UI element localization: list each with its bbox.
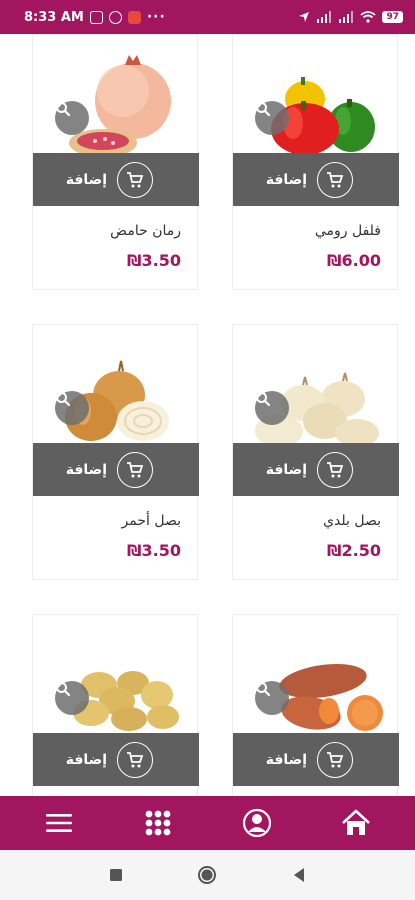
zoom-button[interactable] xyxy=(55,391,89,425)
product-image[interactable] xyxy=(33,325,199,443)
add-to-cart-button[interactable]: إضافة xyxy=(33,443,199,496)
more-notifications-icon: ··· xyxy=(146,9,166,25)
app-notification-icon xyxy=(127,10,141,24)
white-onions-image xyxy=(255,372,379,443)
product-name: بصل بلدي xyxy=(323,513,381,529)
cart-icon xyxy=(317,161,353,198)
system-navigation-bar xyxy=(0,850,415,900)
product-grid: إضافة فلفل رومي ₪6.00 إضافة رمان حامض ₪3… xyxy=(0,34,415,796)
product-image[interactable] xyxy=(233,35,399,153)
product-price: ₪3.50 xyxy=(127,251,181,270)
recent-apps-button[interactable] xyxy=(96,855,136,895)
search-icon xyxy=(256,102,271,117)
product-name: فلفل رومي xyxy=(314,223,381,239)
add-to-cart-label: إضافة xyxy=(65,171,107,188)
product-card[interactable]: إضافة بصل أحمر ₪3.50 xyxy=(32,324,199,580)
product-card[interactable]: إضافة فلفل رومي ₪6.00 xyxy=(232,34,399,290)
wifi-icon xyxy=(360,11,377,23)
product-image[interactable] xyxy=(33,35,199,153)
add-to-cart-button[interactable]: إضافة xyxy=(33,153,199,206)
product-price: ₪2.50 xyxy=(327,541,381,560)
circle-icon xyxy=(198,866,217,884)
account-button[interactable] xyxy=(229,801,285,845)
product-name: رمان حامض xyxy=(110,223,181,239)
product-card[interactable]: إضافة بصل بلدي ₪2.50 xyxy=(232,324,399,580)
product-list[interactable]: إضافة فلفل رومي ₪6.00 إضافة رمان حامض ₪3… xyxy=(0,34,415,796)
product-image[interactable] xyxy=(33,615,199,733)
zoom-button[interactable] xyxy=(55,681,89,715)
search-icon xyxy=(256,392,271,407)
signal-icon-2 xyxy=(339,11,354,23)
add-to-cart-button[interactable]: إضافة xyxy=(33,733,199,786)
cart-icon xyxy=(117,161,153,198)
product-image[interactable] xyxy=(233,615,399,733)
whatsapp-icon xyxy=(108,10,122,24)
product-price: ₪3.50 xyxy=(127,541,181,560)
battery-indicator: 97 xyxy=(382,11,403,23)
cart-icon xyxy=(117,451,153,488)
product-name: بصل أحمر xyxy=(121,513,181,529)
grid-menu-icon xyxy=(145,810,171,836)
status-bar: 8:33 AM ··· 97 xyxy=(0,0,415,34)
zoom-button[interactable] xyxy=(255,101,289,135)
search-icon xyxy=(256,682,271,697)
product-image[interactable] xyxy=(233,325,399,443)
status-time: 8:33 AM xyxy=(24,9,84,25)
categories-button[interactable] xyxy=(130,801,186,845)
hamburger-menu-icon xyxy=(46,814,73,832)
cart-icon xyxy=(317,451,353,488)
square-icon xyxy=(109,869,122,881)
search-icon xyxy=(56,682,71,697)
sweet-potatoes-image xyxy=(279,664,383,731)
user-icon xyxy=(242,808,271,838)
location-icon xyxy=(299,12,310,22)
product-price: ₪6.00 xyxy=(327,251,381,270)
cart-icon xyxy=(317,741,353,778)
add-to-cart-label: إضافة xyxy=(65,751,107,768)
potatoes-image xyxy=(73,671,179,731)
add-to-cart-button[interactable]: إضافة xyxy=(233,733,399,786)
menu-button[interactable] xyxy=(31,801,87,845)
search-icon xyxy=(56,102,71,117)
add-to-cart-button[interactable]: إضافة xyxy=(233,443,399,496)
add-to-cart-label: إضافة xyxy=(265,461,307,478)
add-to-cart-label: إضافة xyxy=(265,171,307,188)
bell-peppers-image xyxy=(271,77,375,153)
add-to-cart-label: إضافة xyxy=(65,461,107,478)
zoom-button[interactable] xyxy=(55,101,89,135)
pomegranate-image xyxy=(69,55,171,153)
product-card[interactable]: إضافة xyxy=(32,614,199,796)
instagram-icon xyxy=(89,10,103,24)
product-card[interactable]: إضافة xyxy=(232,614,399,796)
search-icon xyxy=(56,392,71,407)
add-to-cart-button[interactable]: إضافة xyxy=(233,153,399,206)
cart-icon xyxy=(117,741,153,778)
bottom-navigation xyxy=(0,796,415,850)
add-to-cart-label: إضافة xyxy=(265,751,307,768)
back-triangle-icon xyxy=(294,868,305,882)
system-home-button[interactable] xyxy=(187,855,227,895)
home-icon xyxy=(341,809,370,835)
zoom-button[interactable] xyxy=(255,391,289,425)
home-button[interactable] xyxy=(328,801,384,845)
product-card[interactable]: إضافة رمان حامض ₪3.50 xyxy=(32,34,199,290)
zoom-button[interactable] xyxy=(255,681,289,715)
brown-onions-image xyxy=(65,360,169,441)
signal-icon xyxy=(317,11,332,23)
back-button[interactable] xyxy=(279,855,319,895)
